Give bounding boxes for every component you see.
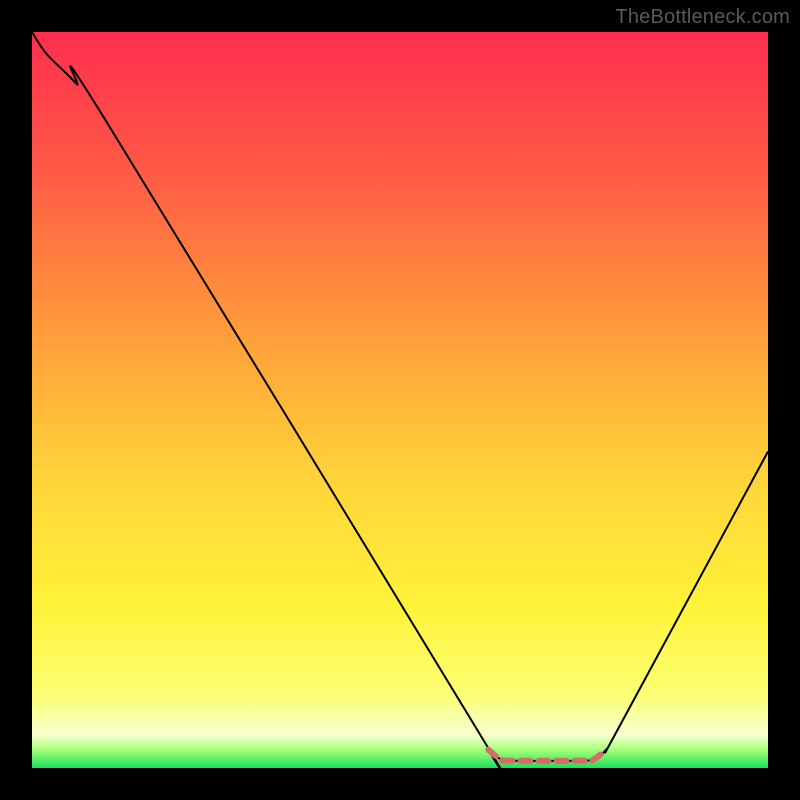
chart-svg	[32, 32, 768, 768]
chart-plot-area	[32, 32, 768, 768]
watermark-text: TheBottleneck.com	[615, 6, 790, 29]
